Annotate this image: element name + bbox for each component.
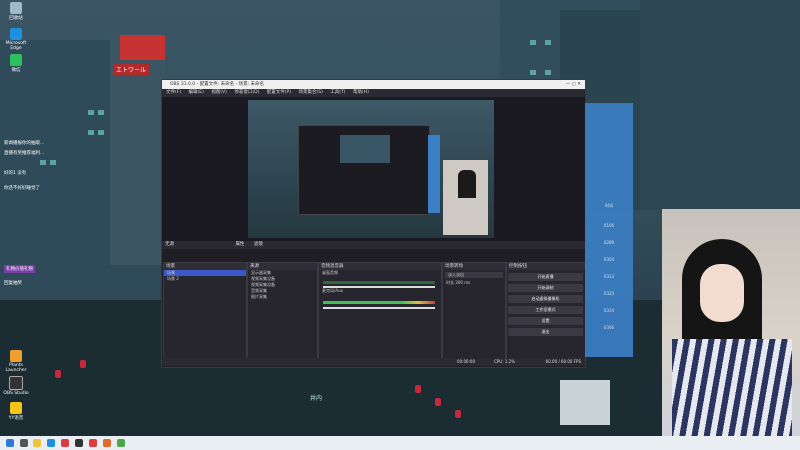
menu-tools[interactable]: 工具(T) xyxy=(330,90,345,95)
start-recording-button[interactable]: 开始录制 xyxy=(508,284,583,292)
panel-item[interactable]: 0334 xyxy=(585,308,633,313)
mixer-track-label: 桌面音频 xyxy=(322,270,338,275)
source-toolbar: 无源 属性 滤镜 xyxy=(162,241,585,249)
shop-sign: エトワール xyxy=(113,64,150,75)
scenes-dock: 场景 场景 场景 2 xyxy=(163,262,247,359)
side-panel[interactable]: 时间 0106 0289 0304 0313 0325 0334 0346 xyxy=(585,103,633,357)
status-bar: CPU: 1.2% 60.00 / 60.00 FPS 00:00:00 xyxy=(162,358,585,366)
menu-help[interactable]: 帮助(H) xyxy=(353,90,369,95)
chat-line: 新闻播报你的抽取... xyxy=(4,141,45,146)
obs-window[interactable]: OBS 31.0.0 - 配置文件: 未命名 - 场景: 未命名 — ▢ ✕ 文… xyxy=(161,79,586,368)
properties-button[interactable]: 属性 xyxy=(235,242,244,247)
controls-title: 控制按钮 xyxy=(507,263,585,270)
source-item[interactable]: 图片采集 xyxy=(248,294,317,300)
chat-line: 好的1 没有 xyxy=(4,171,27,176)
menu-file[interactable]: 文件(F) xyxy=(166,90,181,95)
scenes-title: 场景 xyxy=(164,263,246,270)
obs-menubar: 文件(F) 编辑(E) 视图(V) 停靠窗口(D) 配置文件(P) 场景集合(S… xyxy=(162,89,585,97)
exit-button[interactable]: 退出 xyxy=(508,328,583,336)
panel-item[interactable]: 0325 xyxy=(585,291,633,296)
window-controls[interactable]: — ▢ ✕ xyxy=(566,80,581,89)
panel-item[interactable]: 0304 xyxy=(585,257,633,262)
app-icon[interactable] xyxy=(89,439,97,447)
scene-item[interactable]: 场景 2 xyxy=(164,276,246,282)
obs-titlebar[interactable]: OBS 31.0.0 - 配置文件: 未命名 - 场景: 未命名 — ▢ ✕ xyxy=(162,80,585,89)
audio-mixer-dock: 音频混音器 桌面音频 麦克风/Aux xyxy=(318,262,442,359)
chat-line: 你还不好好睡觉了 xyxy=(4,186,40,191)
status-cpu: CPU: 1.2% xyxy=(494,359,515,364)
volume-meter xyxy=(323,301,435,304)
menu-docks[interactable]: 停靠窗口(D) xyxy=(234,90,259,95)
start-icon[interactable] xyxy=(6,439,14,447)
recycle-bin-icon[interactable]: 回收站 xyxy=(2,2,30,21)
chat-line: 直播有奖推荐福利... xyxy=(4,151,45,156)
chat-line: 回复抽奖 xyxy=(4,281,22,286)
wechat-icon[interactable]: 微信 xyxy=(2,54,30,73)
window-title: OBS 31.0.0 - 配置文件: 未命名 - 场景: 未命名 xyxy=(170,82,265,87)
sources-dock: 来源 显示器采集 视频采集设备 视频采集设备 音频采集 图片采集 xyxy=(247,262,318,359)
yy-voice-icon[interactable]: YY语音 xyxy=(2,402,30,421)
no-source-label: 无源 xyxy=(165,242,174,247)
preview-area xyxy=(162,97,585,241)
virtual-camera-button[interactable]: 启动虚拟摄像机 xyxy=(508,295,583,303)
transitions-dock: 场景转场 淡入淡出 时长 300 ms xyxy=(442,262,506,359)
menu-view[interactable]: 视图(V) xyxy=(211,90,227,95)
volume-slider[interactable] xyxy=(323,307,435,309)
menu-scene-collection[interactable]: 场景集合(S) xyxy=(298,90,322,95)
volume-meter xyxy=(323,281,435,284)
volume-slider[interactable] xyxy=(323,286,435,288)
file-explorer-icon[interactable] xyxy=(33,439,41,447)
panel-item[interactable]: 0346 xyxy=(585,325,633,330)
filters-button[interactable]: 滤镜 xyxy=(254,242,263,247)
transition-duration[interactable]: 时长 300 ms xyxy=(443,280,505,286)
panel-item[interactable]: 0289 xyxy=(585,240,633,245)
app-icon[interactable] xyxy=(103,439,111,447)
chat-line: 礼物价值礼物 xyxy=(4,265,35,273)
settings-button[interactable]: 设置 xyxy=(508,317,583,325)
panel-heading: 时间 xyxy=(605,203,613,208)
panel-item[interactable]: 0106 xyxy=(585,223,633,228)
sources-title: 来源 xyxy=(248,263,317,270)
search-icon[interactable] xyxy=(20,439,28,447)
transitions-title: 场景转场 xyxy=(443,263,505,270)
panel-item[interactable]: 0313 xyxy=(585,274,633,279)
start-streaming-button[interactable]: 开始直播 xyxy=(508,273,583,281)
stream-preview[interactable] xyxy=(248,100,494,238)
status-time: 00:00:00 xyxy=(457,359,475,364)
app-icon[interactable] xyxy=(61,439,69,447)
plants-launcher-icon[interactable]: Plants Launcher xyxy=(2,350,30,373)
mixer-title: 音频混音器 xyxy=(319,263,441,270)
mixer-track-label: 麦克风/Aux xyxy=(322,288,343,293)
status-fps: 60.00 / 60.00 FPS xyxy=(545,359,581,364)
browser-icon[interactable] xyxy=(47,439,55,447)
transition-select[interactable]: 淡入淡出 xyxy=(445,272,503,278)
obs-taskbar-icon[interactable] xyxy=(75,439,83,447)
app-icon[interactable] xyxy=(117,439,125,447)
edge-icon[interactable]: Microsoft Edge xyxy=(2,28,30,51)
menu-profile[interactable]: 配置文件(P) xyxy=(267,90,291,95)
webcam-overlay xyxy=(662,209,800,441)
street-sign: 井内 xyxy=(310,395,323,402)
taskbar xyxy=(0,436,800,450)
studio-mode-button[interactable]: 工作室模式 xyxy=(508,306,583,314)
menu-edit[interactable]: 编辑(E) xyxy=(189,90,204,95)
obs-studio-icon[interactable]: OBS Studio xyxy=(2,376,30,396)
